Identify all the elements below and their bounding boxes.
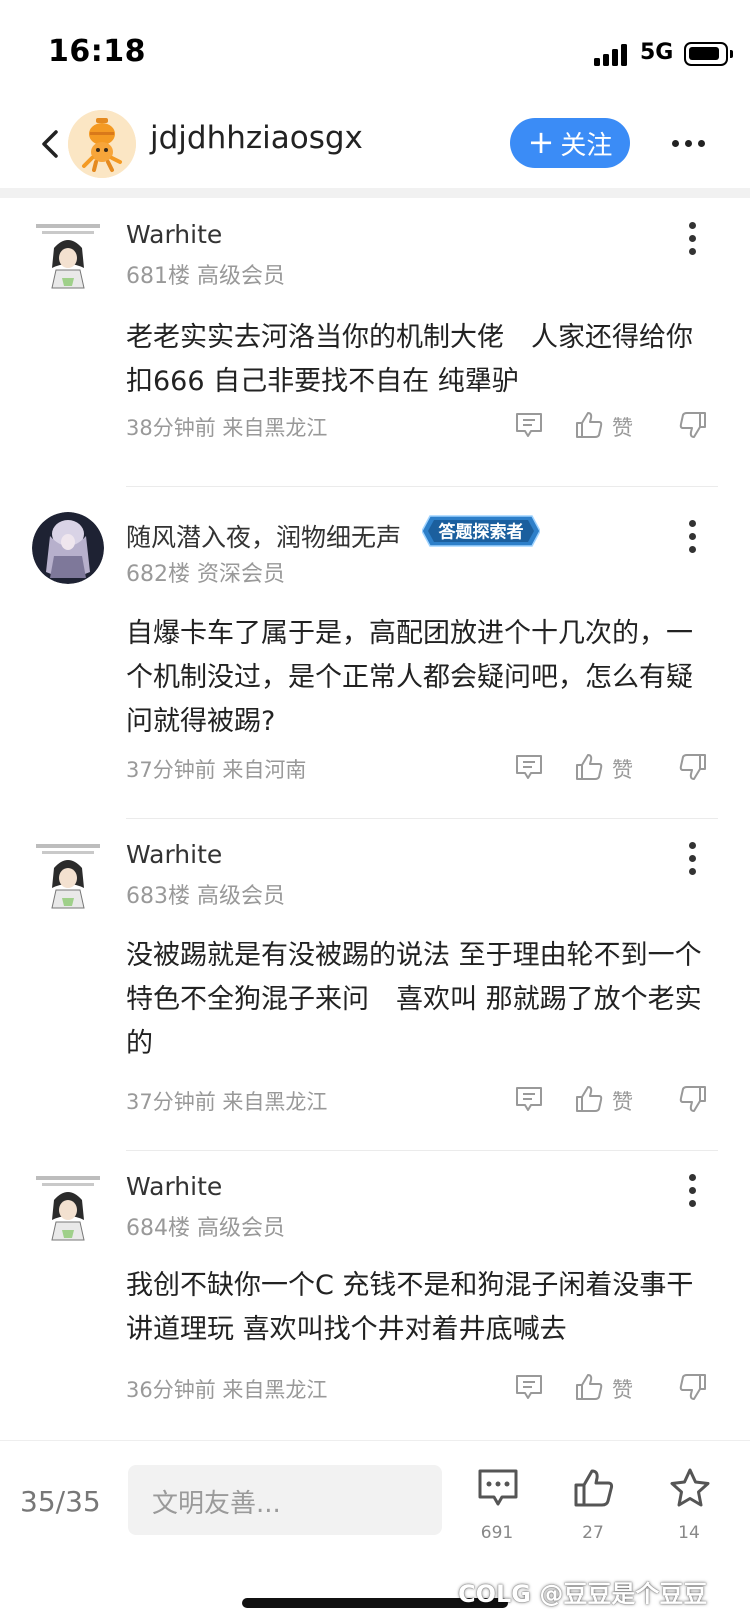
like-label[interactable]: 赞	[612, 1374, 633, 1404]
author-avatar[interactable]	[68, 110, 136, 178]
floor-and-rank: 683楼 高级会员	[126, 884, 285, 909]
floor-and-rank: 682楼 资深会员	[126, 562, 285, 587]
thumbs-up-icon	[574, 1469, 614, 1507]
follow-label: 关注	[560, 130, 613, 161]
comment-input[interactable]: 文明友善...	[128, 1465, 442, 1535]
author-name[interactable]: Warhite	[126, 840, 222, 869]
like-icon[interactable]	[574, 410, 604, 440]
more-options-icon[interactable]	[672, 140, 708, 150]
header-divider	[0, 188, 750, 198]
reply-icon[interactable]	[514, 1084, 544, 1114]
follow-button[interactable]: + 关注	[510, 118, 630, 168]
author-name[interactable]: Warhite	[126, 220, 222, 249]
like-icon[interactable]	[574, 1084, 604, 1114]
reply-icon[interactable]	[514, 752, 544, 782]
reply-icon[interactable]	[514, 410, 544, 440]
author-name[interactable]: Warhite	[126, 1172, 222, 1201]
author-avatar[interactable]	[32, 512, 104, 584]
like-icon[interactable]	[574, 752, 604, 782]
post-content: 我创不缺你一个C 充钱不是和狗混子闲着没事干讲道理玩 喜欢叫找个井对着井底喊去	[126, 1270, 694, 1345]
quiz-explorer-badge: 答题探索者	[422, 515, 540, 547]
favorite-count: 14	[678, 1523, 700, 1543]
lantern-mascot-icon	[68, 110, 136, 178]
floor-and-rank: 681楼 高级会员	[126, 264, 285, 289]
comment-icon	[478, 1469, 518, 1506]
battery-icon	[684, 42, 733, 66]
thread-header: jdjdhhziaosgx + 关注	[0, 100, 750, 188]
post-time-location: 36分钟前 来自黑龙江	[126, 1378, 328, 1402]
comments-button[interactable]: 691	[462, 1441, 532, 1543]
like-count: 27	[582, 1523, 604, 1543]
cellular-signal-icon	[594, 44, 630, 66]
post-content: 没被踢就是有没被踢的说法 至于理由轮不到一个特色不全狗混子来问 喜欢叫 那就踢了…	[126, 940, 702, 1059]
like-icon[interactable]	[574, 1372, 604, 1402]
post-time-location: 38分钟前 来自黑龙江	[126, 416, 328, 440]
favorite-button[interactable]: 14	[654, 1441, 724, 1543]
like-label[interactable]: 赞	[612, 1086, 633, 1116]
dislike-icon[interactable]	[678, 752, 708, 782]
author-avatar[interactable]	[32, 842, 104, 914]
post-time-location: 37分钟前 来自黑龙江	[126, 1090, 328, 1114]
like-label[interactable]: 赞	[612, 412, 633, 442]
thread-author-name[interactable]: jdjdhhziaosgx	[150, 120, 363, 156]
author-avatar[interactable]	[32, 222, 104, 294]
post-menu-icon[interactable]	[688, 1174, 698, 1208]
back-arrow-icon[interactable]	[36, 126, 66, 162]
dislike-icon[interactable]	[678, 1372, 708, 1402]
post-menu-icon[interactable]	[688, 842, 698, 876]
post-content: 老老实实去河洛当你的机制大佬 人家还得给你扣666 自己非要找不自在 纯犟驴	[126, 322, 693, 397]
status-bar: 16:18 5G	[0, 0, 750, 100]
post-divider	[126, 818, 718, 819]
post-menu-icon[interactable]	[688, 222, 698, 256]
dislike-icon[interactable]	[678, 1084, 708, 1114]
status-time: 16:18	[48, 34, 146, 69]
reply-icon[interactable]	[514, 1372, 544, 1402]
watermark: COLG @豆豆是个豆豆	[458, 1580, 708, 1608]
plus-icon: +	[527, 122, 555, 161]
post-time-location: 37分钟前 来自河南	[126, 758, 307, 782]
post-menu-icon[interactable]	[688, 520, 698, 554]
like-label[interactable]: 赞	[612, 754, 633, 784]
comment-count: 691	[480, 1523, 514, 1543]
post-content: 自爆卡车了属于是，高配团放进个十几次的，一个机制没过，是个正常人都会疑问吧，怎么…	[126, 618, 693, 737]
thread-like-button[interactable]: 27	[558, 1441, 628, 1543]
svg-text:答题探索者: 答题探索者	[439, 522, 524, 543]
star-icon	[670, 1468, 710, 1507]
post-divider	[126, 1150, 718, 1151]
page-indicator[interactable]: 35/35	[20, 1485, 101, 1518]
author-avatar[interactable]	[32, 1174, 104, 1246]
post-divider	[126, 486, 718, 487]
author-name[interactable]: 随风潜入夜，润物细无声	[126, 518, 401, 554]
network-type: 5G	[640, 40, 674, 65]
floor-and-rank: 684楼 高级会员	[126, 1216, 285, 1241]
dislike-icon[interactable]	[678, 410, 708, 440]
